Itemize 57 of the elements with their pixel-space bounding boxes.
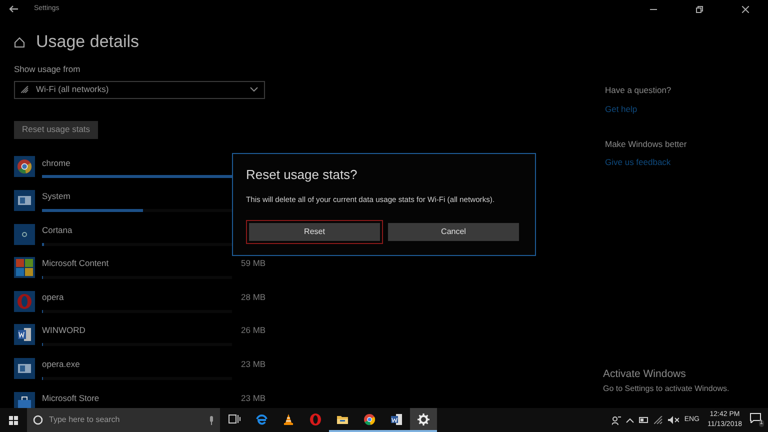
app-name: Microsoft Store [42, 392, 100, 404]
task-view-icon [228, 412, 241, 426]
notification-icon[interactable] [750, 413, 761, 423]
document-icon [390, 412, 403, 426]
section-heading: Make Windows better [605, 138, 687, 150]
app-name: System [42, 190, 72, 203]
app-name: opera [42, 290, 65, 304]
document-icon [14, 324, 35, 346]
taskbar-button[interactable] [410, 408, 437, 432]
edge-icon [255, 412, 268, 426]
reset-usage-button[interactable]: Reset usage stats [14, 120, 98, 139]
section-heading: Have a question? [605, 84, 672, 97]
app-name: chrome [42, 156, 72, 170]
four-squares-icon [14, 257, 35, 278]
page-title: Usage details [36, 31, 140, 54]
app-name: Microsoft Content [42, 257, 110, 270]
chrome-icon [363, 412, 376, 426]
network-dropdown[interactable]: Wi-Fi (all networks) [14, 80, 265, 99]
battery-icon[interactable] [639, 417, 650, 423]
people-icon[interactable] [612, 416, 622, 424]
window-icon [14, 358, 35, 379]
search-box[interactable]: Type here to search [27, 408, 220, 432]
muted-speaker-icon[interactable] [668, 416, 680, 424]
opera-icon [309, 412, 322, 426]
field-label: Show usage from [14, 63, 80, 76]
dropdown-value: Wi-Fi (all networks) [36, 83, 110, 96]
chevron-up-icon[interactable] [626, 418, 634, 422]
home-icon[interactable] [14, 36, 25, 48]
restore-icon [696, 6, 702, 12]
window-icon [14, 190, 35, 211]
windows-logo-icon [9, 416, 18, 424]
usage-amount: 26 MB [241, 324, 266, 338]
wifi-icon[interactable] [654, 416, 664, 424]
app-name: WINWORD [42, 324, 86, 338]
usage-amount: 23 MB [241, 358, 266, 371]
circle-icon [33, 415, 43, 425]
search-placeholder: Type here to search [49, 414, 121, 426]
app-name: opera.exe [42, 358, 81, 371]
activation-title: Activate Windows [603, 367, 686, 382]
dialog-title: Reset usage stats? [246, 166, 358, 184]
traffic-cone-icon [282, 412, 295, 426]
chrome-icon [14, 156, 35, 178]
app-name: Cortana [42, 224, 74, 236]
dialog-button[interactable]: Reset [246, 220, 383, 244]
close-icon [742, 6, 748, 12]
activation-message: Go to Settings to activate Windows. [603, 382, 730, 395]
chevron-down-icon [250, 87, 258, 92]
usage-amount: 59 MB [241, 257, 266, 270]
opera-icon [14, 290, 35, 312]
back-arrow-icon [9, 5, 19, 13]
wifi-icon [21, 86, 29, 94]
settings-icon [417, 412, 430, 426]
minimize-icon [650, 8, 656, 10]
usage-amount: 28 MB [241, 290, 266, 304]
shopping-bag-icon [14, 392, 35, 408]
usage-amount: 23 MB [241, 392, 266, 404]
microphone-icon [209, 416, 214, 424]
